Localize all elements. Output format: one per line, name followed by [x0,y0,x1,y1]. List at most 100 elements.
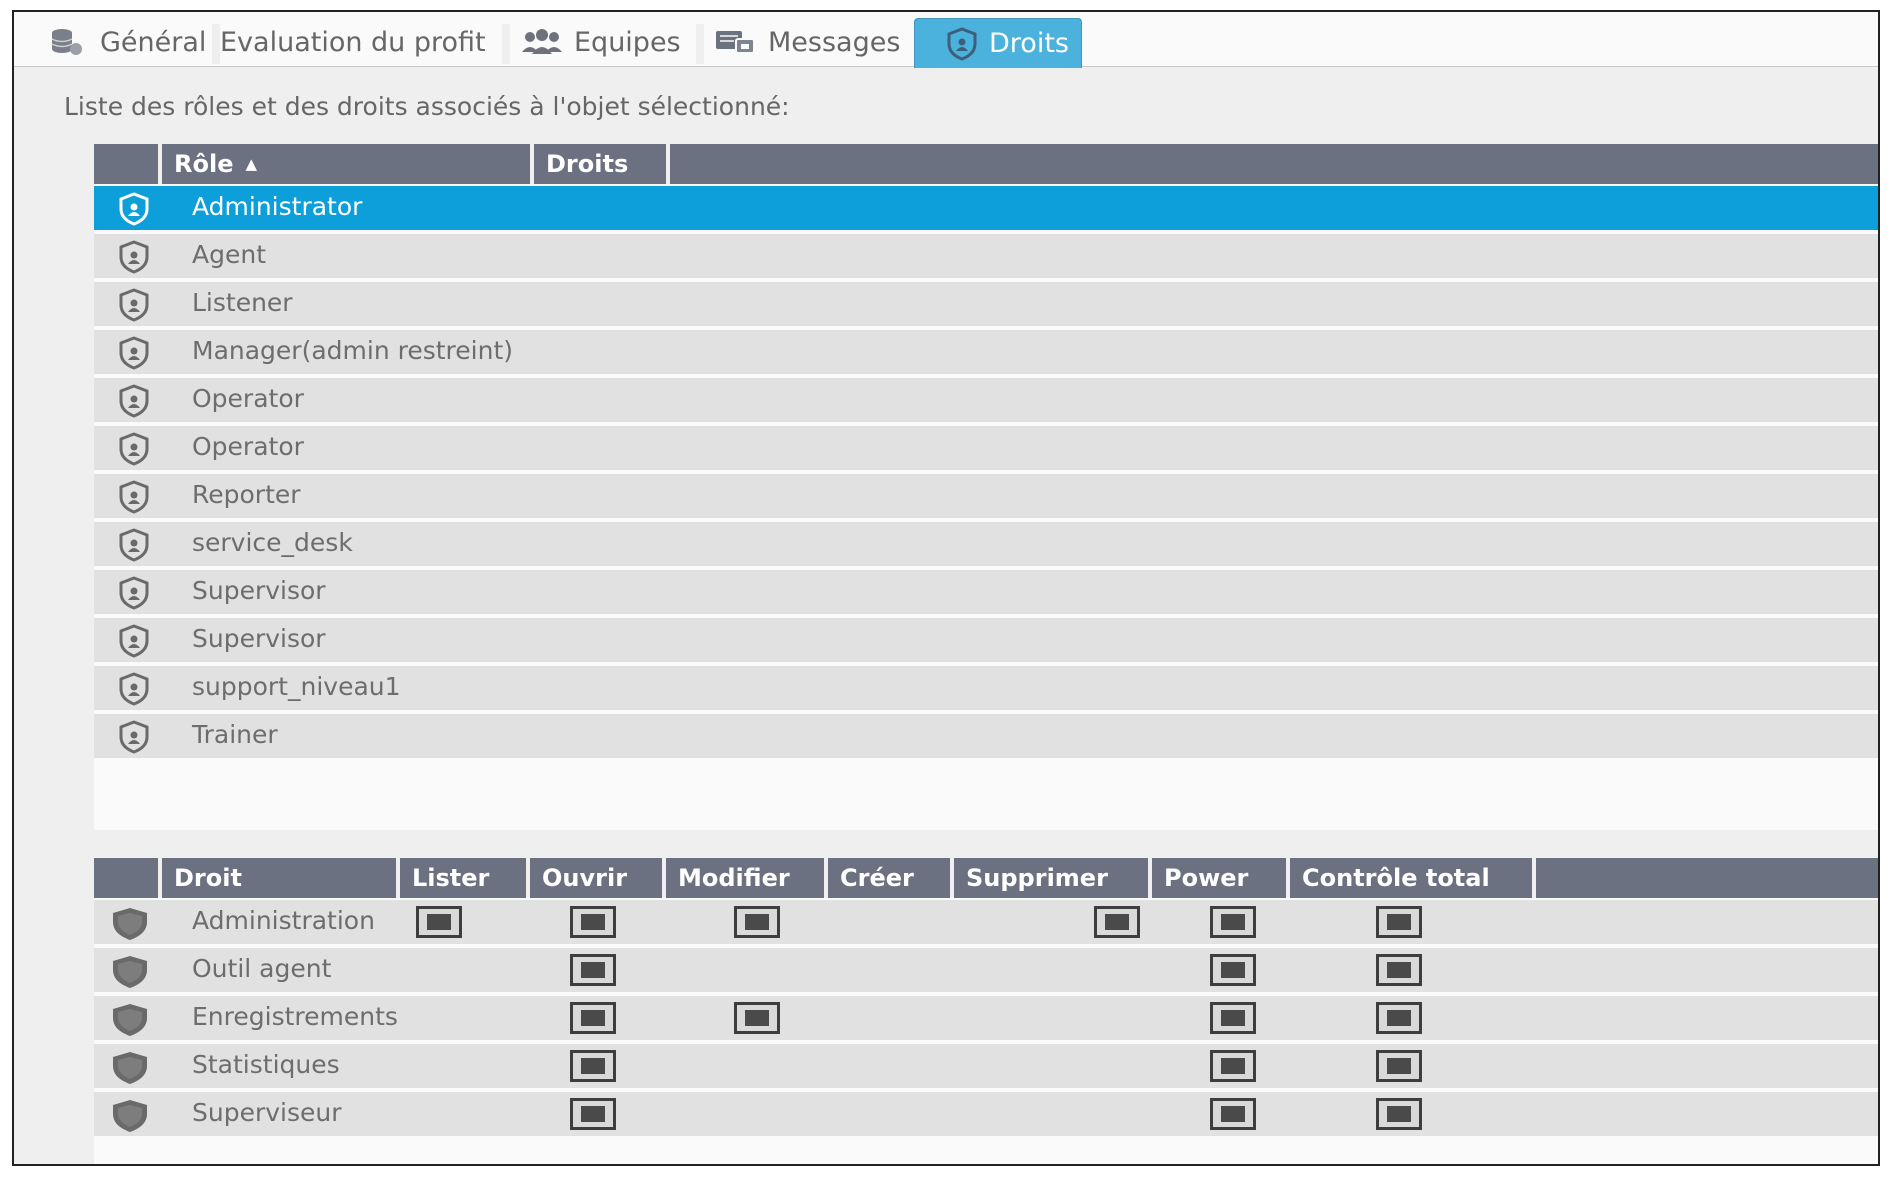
role-shield-icon [118,624,150,658]
tab-evaluation-profit[interactable]: Evaluation du profit [210,18,510,66]
checkbox-ouvrir[interactable] [570,1002,616,1034]
checkbox-ouvrir[interactable] [570,954,616,986]
right-label: Administration [192,906,375,935]
header-creer-label: Créer [840,864,914,892]
role-row[interactable]: Operator [94,378,1878,422]
role-row[interactable]: support_niveau1 [94,666,1878,710]
right-shield-icon [110,1050,150,1084]
role-row[interactable]: Trainer [94,714,1878,758]
tab-general[interactable]: Général [14,18,210,66]
role-label: Operator [192,432,304,461]
tab-messages-label: Messages [768,26,901,58]
sort-ascending-icon: ▲ [245,155,258,173]
header-ouvrir-label: Ouvrir [542,864,628,892]
role-label: Operator [192,384,304,413]
permissions-window: Général Evaluation du profit Equipes Mes… [12,10,1880,1166]
messages-icon [714,26,758,58]
right-shield-icon [110,954,150,988]
role-label: support_niveau1 [192,672,401,701]
right-row: Superviseur [94,1092,1878,1136]
role-shield-icon [118,576,150,610]
rights-table-header: Droit Lister Ouvrir Modifier Créer Suppr… [94,858,1878,898]
right-label: Statistiques [192,1050,340,1079]
role-shield-icon [118,288,150,322]
tab-droits-label: Droits [989,28,1069,59]
role-row[interactable]: service_desk [94,522,1878,566]
role-label: Trainer [192,720,278,749]
right-label: Outil agent [192,954,332,983]
role-row[interactable]: Supervisor [94,570,1878,614]
right-row: Administration [94,900,1878,944]
checkbox-controle[interactable] [1376,906,1422,938]
role-label: Manager(admin restreint) [192,336,514,365]
checkbox-supprimer[interactable] [1094,906,1140,938]
header-ouvrir[interactable]: Ouvrir [530,858,666,898]
tab-equipes[interactable]: Equipes [510,18,700,66]
header-role[interactable]: Rôle ▲ [162,144,534,184]
checkbox-ouvrir[interactable] [570,1050,616,1082]
tab-messages[interactable]: Messages [704,18,914,66]
role-shield-icon [118,480,150,514]
role-shield-icon [118,528,150,562]
role-shield-icon [118,336,150,370]
role-row[interactable]: Reporter [94,474,1878,518]
tab-equipes-label: Equipes [574,26,681,58]
header-creer[interactable]: Créer [828,858,954,898]
header-modifier[interactable]: Modifier [666,858,828,898]
checkbox-power[interactable] [1210,1098,1256,1130]
header-lister[interactable]: Lister [400,858,530,898]
header-controle-total-label: Contrôle total [1302,864,1490,892]
right-shield-icon [110,906,150,940]
database-icon [46,26,90,58]
checkbox-controle[interactable] [1376,1002,1422,1034]
role-label: service_desk [192,528,353,557]
checkbox-controle[interactable] [1376,1050,1422,1082]
role-row[interactable]: Supervisor [94,618,1878,662]
checkbox-power[interactable] [1210,906,1256,938]
role-label: Reporter [192,480,301,509]
header-droits-label: Droits [546,150,629,178]
header-droit[interactable]: Droit [162,858,400,898]
checkbox-lister[interactable] [416,906,462,938]
checkbox-modifier[interactable] [734,906,780,938]
role-shield-icon [118,192,150,226]
role-label: Agent [192,240,266,269]
header-modifier-label: Modifier [678,864,790,892]
tab-evaluation-profit-label: Evaluation du profit [220,26,486,58]
role-shield-icon [118,240,150,274]
right-shield-icon [110,1098,150,1132]
roles-table-header: Rôle ▲ Droits [94,144,1878,184]
header-controle-total[interactable]: Contrôle total [1290,858,1536,898]
checkbox-modifier[interactable] [734,1002,780,1034]
role-shield-icon [118,384,150,418]
header-power[interactable]: Power [1152,858,1290,898]
role-label: Listener [192,288,293,317]
checkbox-power[interactable] [1210,1002,1256,1034]
role-row[interactable]: Operator [94,426,1878,470]
right-row: Statistiques [94,1044,1878,1088]
right-row: Enregistrements [94,996,1878,1040]
header-droits[interactable]: Droits [534,144,670,184]
checkbox-power[interactable] [1210,1050,1256,1082]
checkbox-ouvrir[interactable] [570,906,616,938]
role-row[interactable]: Administrator [94,186,1878,230]
checkbox-ouvrir[interactable] [570,1098,616,1130]
role-row[interactable]: Manager(admin restreint) [94,330,1878,374]
checkbox-power[interactable] [1210,954,1256,986]
right-label: Superviseur [192,1098,342,1127]
header-power-label: Power [1164,864,1249,892]
role-shield-icon [118,672,150,706]
role-shield-icon [118,720,150,754]
section-caption: Liste des rôles et des droits associés à… [64,92,790,121]
header-icon-column [94,144,162,184]
checkbox-controle[interactable] [1376,954,1422,986]
tab-droits[interactable]: Droits [914,18,1082,68]
role-row[interactable]: Listener [94,282,1878,326]
rights-table: Droit Lister Ouvrir Modifier Créer Suppr… [94,858,1878,1164]
right-row: Outil agent [94,948,1878,992]
role-row[interactable]: Agent [94,234,1878,278]
header-supprimer[interactable]: Supprimer [954,858,1152,898]
checkbox-controle[interactable] [1376,1098,1422,1130]
roles-table: Rôle ▲ Droits Administrator Agent Listen… [94,144,1878,830]
right-shield-icon [110,1002,150,1036]
